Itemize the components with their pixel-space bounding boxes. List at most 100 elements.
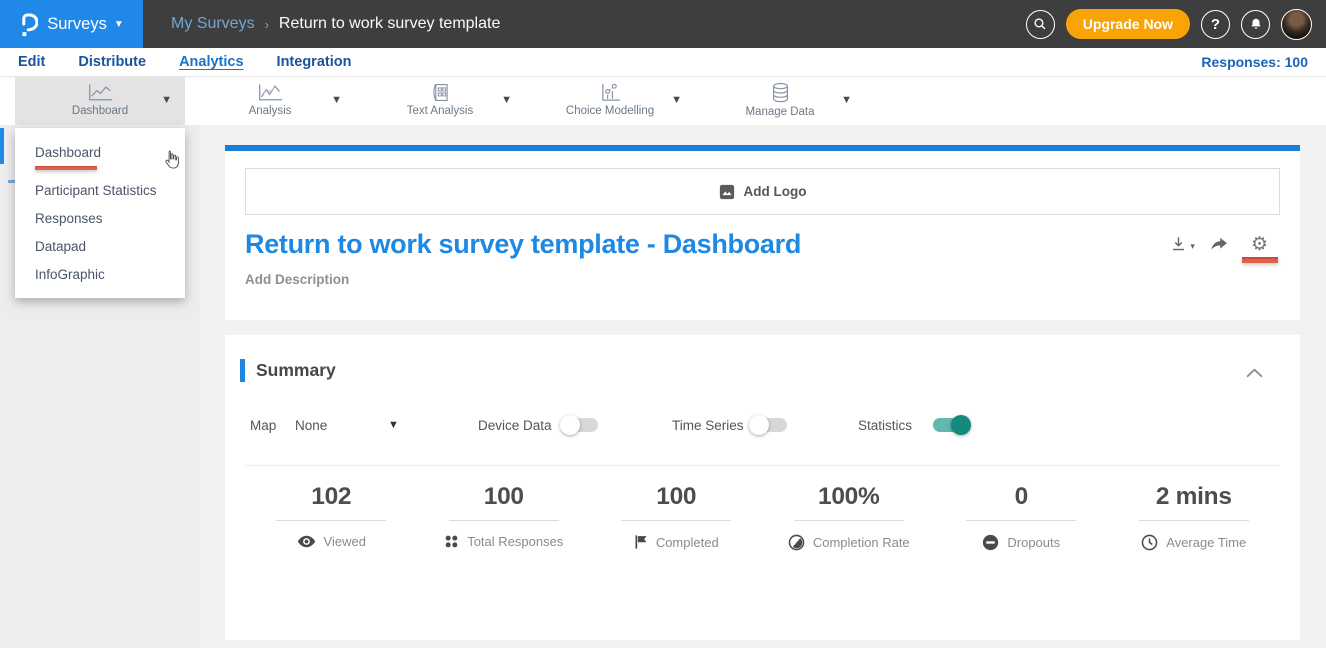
stat-value: 100 bbox=[590, 483, 763, 511]
download-button[interactable]: ▾ bbox=[1170, 235, 1187, 253]
chevron-down-icon[interactable]: ▼ bbox=[161, 94, 172, 106]
toolbar-label: Dashboard bbox=[72, 105, 128, 117]
toolbar-item-manage-data[interactable]: Manage Data ▼ bbox=[695, 77, 865, 125]
half-circle-icon bbox=[788, 534, 805, 551]
chevron-down-icon[interactable]: ▼ bbox=[671, 94, 682, 106]
bell-icon bbox=[1249, 17, 1263, 31]
add-description[interactable]: Add Description bbox=[245, 272, 349, 287]
time-series-label: Time Series bbox=[672, 418, 744, 433]
active-item-underline bbox=[35, 166, 97, 170]
menu-item-responses[interactable]: Responses bbox=[15, 202, 185, 230]
toolbar-item-choice-modelling[interactable]: Choice Modelling ▼ bbox=[525, 77, 695, 125]
summary-accent-bar bbox=[240, 359, 245, 382]
stat-label-text: Viewed bbox=[324, 534, 366, 549]
stat-label-text: Average Time bbox=[1166, 535, 1246, 550]
card-accent-bar bbox=[225, 145, 1300, 151]
chevron-down-icon[interactable]: ▼ bbox=[501, 94, 512, 106]
scatter-chart-icon bbox=[599, 82, 622, 103]
map-select[interactable]: None bbox=[295, 413, 327, 437]
chevron-down-icon: ▾ bbox=[1190, 241, 1195, 252]
minus-circle-icon bbox=[982, 534, 999, 551]
help-icon: ? bbox=[1211, 16, 1220, 33]
hand-cursor-icon bbox=[161, 149, 182, 171]
stat-viewed: 102 Viewed bbox=[245, 483, 418, 556]
statistics-label: Statistics bbox=[858, 418, 912, 433]
stat-average-time: 2 mins Average Time bbox=[1108, 483, 1281, 556]
summary-card: Summary Map None ▼ Device Data Time Seri… bbox=[225, 335, 1300, 640]
device-data-toggle[interactable] bbox=[562, 418, 598, 432]
stat-label-text: Completed bbox=[656, 535, 719, 550]
tab-integration[interactable]: Integration bbox=[277, 54, 352, 70]
help-button[interactable]: ? bbox=[1201, 10, 1230, 39]
menu-item-infographic[interactable]: InfoGraphic bbox=[15, 258, 185, 286]
toolbar-item-analysis[interactable]: Analysis ▼ bbox=[185, 77, 355, 125]
stat-value: 0 bbox=[935, 483, 1108, 511]
dots-icon bbox=[444, 534, 459, 549]
chevron-down-icon[interactable]: ▼ bbox=[841, 94, 852, 106]
chevron-down-icon[interactable]: ▼ bbox=[331, 94, 342, 106]
flag-icon bbox=[634, 534, 648, 550]
stat-total-responses: 100 Total Responses bbox=[418, 483, 591, 556]
map-label: Map bbox=[250, 418, 276, 433]
line-chart-icon bbox=[87, 82, 114, 103]
statistics-row: 102 Viewed 100 bbox=[245, 483, 1280, 556]
device-data-label: Device Data bbox=[478, 418, 552, 433]
menu-item-participant-statistics[interactable]: Participant Statistics bbox=[15, 174, 185, 202]
product-name: Surveys bbox=[47, 15, 107, 34]
stat-label-text: Dropouts bbox=[1007, 535, 1060, 550]
chevron-down-icon[interactable]: ▼ bbox=[388, 419, 399, 431]
notifications-button[interactable] bbox=[1241, 10, 1270, 39]
questionpro-logo-icon bbox=[19, 12, 38, 37]
page-title[interactable]: Return to work survey template - Dashboa… bbox=[245, 229, 801, 260]
stat-value: 100 bbox=[418, 483, 591, 511]
toolbar-label: Manage Data bbox=[745, 106, 814, 118]
settings-button[interactable]: ⚙ bbox=[1251, 235, 1268, 255]
chevron-up-icon bbox=[1246, 368, 1263, 378]
clock-icon bbox=[1141, 534, 1158, 551]
chevron-down-icon: ▼ bbox=[114, 19, 124, 30]
share-button[interactable] bbox=[1209, 235, 1229, 252]
toolbar-item-dashboard[interactable]: Dashboard ▼ bbox=[15, 77, 185, 125]
toolbar-item-text-analysis[interactable]: Text Analysis ▼ bbox=[355, 77, 525, 125]
map-select-value: None bbox=[295, 418, 327, 433]
toolbar-label: Analysis bbox=[249, 105, 292, 117]
stat-dropouts: 0 Dropouts bbox=[935, 483, 1108, 556]
statistics-toggle[interactable] bbox=[933, 418, 969, 432]
tab-distribute[interactable]: Distribute bbox=[78, 54, 146, 70]
breadcrumb-current: Return to work survey template bbox=[279, 15, 500, 33]
analytics-toolbar: Dashboard ▼ Analysis ▼ bbox=[0, 77, 1326, 125]
product-switcher[interactable]: Surveys ▼ bbox=[0, 0, 143, 48]
search-button[interactable] bbox=[1026, 10, 1055, 39]
stat-label-text: Completion Rate bbox=[813, 535, 910, 550]
eye-icon bbox=[297, 535, 316, 548]
survey-header-card: Add Logo Return to work survey template … bbox=[225, 145, 1300, 320]
search-icon bbox=[1033, 17, 1047, 31]
menu-item-dashboard[interactable]: Dashboard bbox=[15, 136, 185, 164]
add-logo-box[interactable]: Add Logo bbox=[245, 168, 1280, 215]
stat-value: 102 bbox=[245, 483, 418, 511]
toolbar-label: Text Analysis bbox=[407, 105, 473, 117]
tab-analytics[interactable]: Analytics bbox=[179, 54, 243, 70]
stat-value: 2 mins bbox=[1108, 483, 1281, 511]
document-grid-icon bbox=[430, 82, 450, 103]
upgrade-now-button[interactable]: Upgrade Now bbox=[1066, 9, 1190, 39]
responses-count[interactable]: Responses: 100 bbox=[1201, 54, 1308, 70]
menu-item-datapad[interactable]: Datapad bbox=[15, 230, 185, 258]
database-icon bbox=[771, 82, 790, 104]
dashboard-dropdown-menu: Dashboard Participant Statistics Respons… bbox=[15, 128, 185, 298]
image-icon bbox=[719, 184, 735, 200]
share-icon bbox=[1209, 235, 1229, 252]
avatar[interactable] bbox=[1281, 9, 1312, 40]
divider bbox=[245, 465, 1280, 466]
breadcrumb-my-surveys[interactable]: My Surveys bbox=[171, 15, 255, 33]
stat-label-text: Total Responses bbox=[467, 534, 563, 549]
collapse-button[interactable] bbox=[1246, 368, 1263, 378]
survey-nav: Edit Distribute Analytics Integration Re… bbox=[0, 48, 1326, 77]
download-icon bbox=[1170, 235, 1187, 253]
time-series-toggle[interactable] bbox=[751, 418, 787, 432]
add-logo-label: Add Logo bbox=[744, 184, 807, 199]
gear-red-underline bbox=[1242, 257, 1278, 263]
tab-edit[interactable]: Edit bbox=[18, 54, 45, 70]
breadcrumb: My Surveys › Return to work survey templ… bbox=[171, 15, 500, 33]
sidebar-active-indicator bbox=[0, 128, 4, 164]
